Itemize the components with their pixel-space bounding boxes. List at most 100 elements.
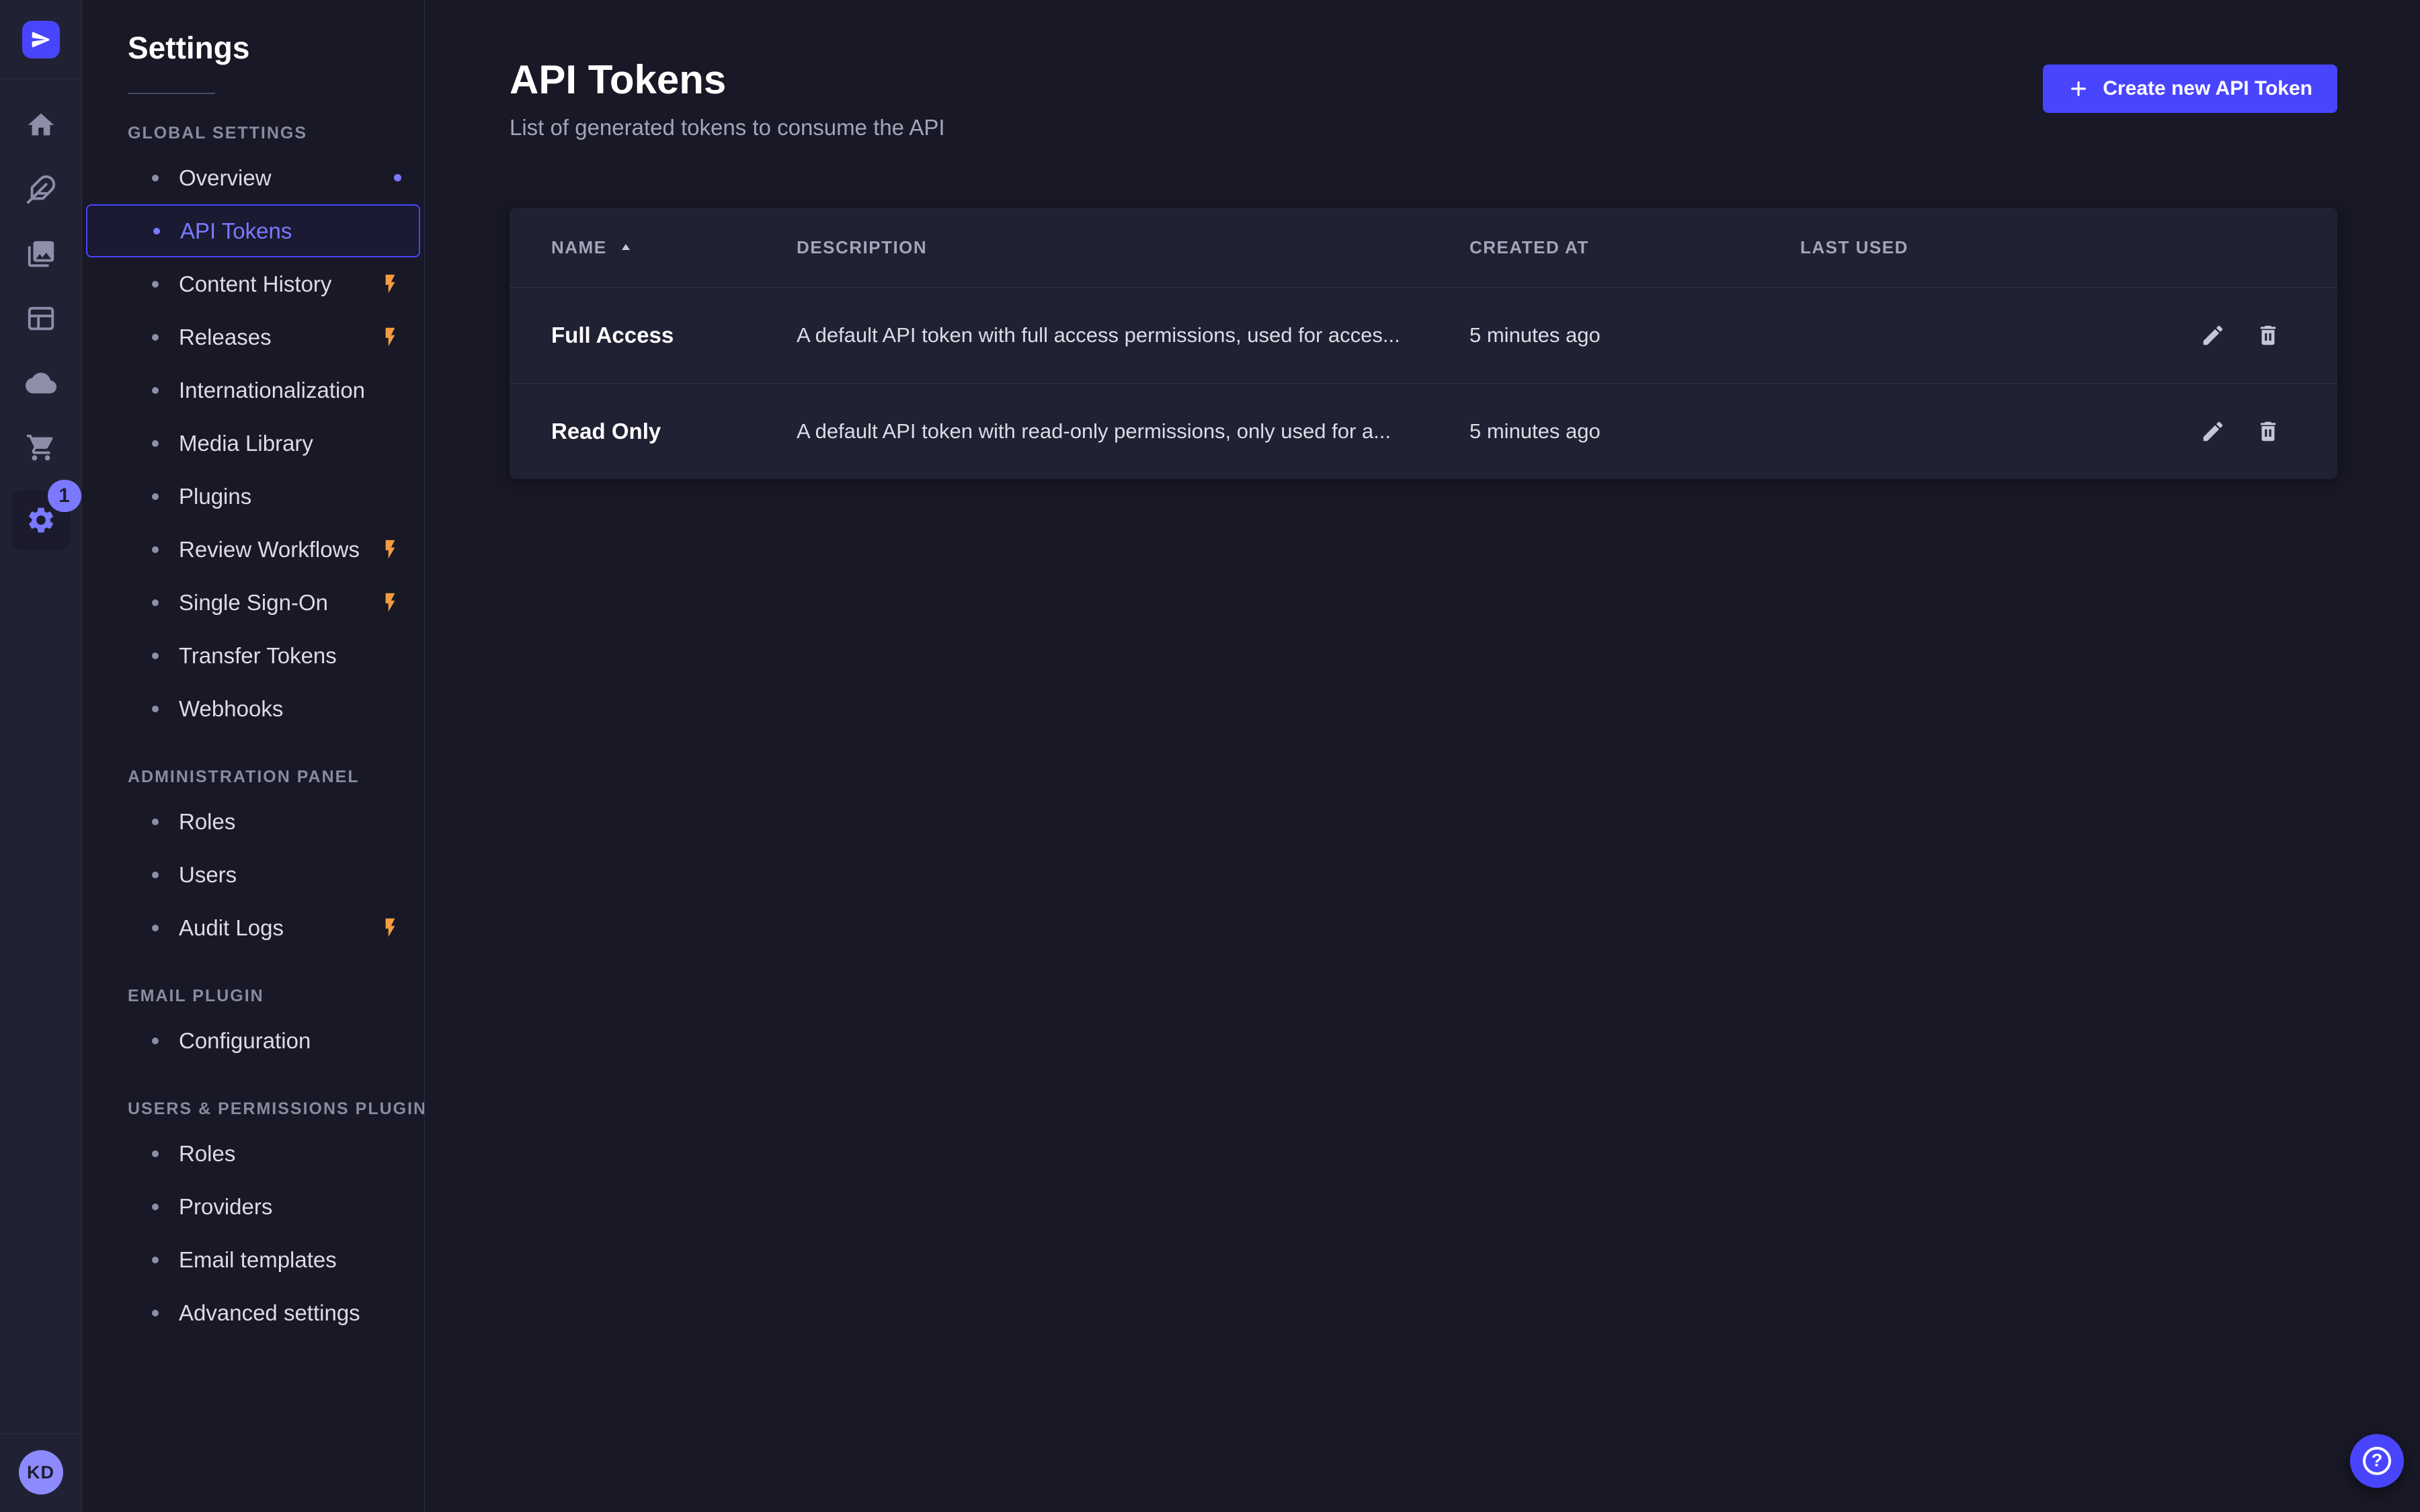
home-icon [26, 110, 56, 140]
sidebar-item-label: Roles [179, 809, 235, 835]
table-body: Full AccessA default API token with full… [510, 287, 2337, 479]
sidebar-item-providers[interactable]: Providers [86, 1180, 420, 1233]
token-created-at-cell: 5 minutes ago [1469, 419, 1800, 444]
delete-button[interactable] [2255, 323, 2281, 348]
rail-item-settings[interactable]: 1 [11, 491, 71, 550]
sidebar-item-label: Media Library [179, 431, 313, 456]
sidebar-item-review-workflows[interactable]: Review Workflows [86, 523, 420, 576]
bullet-icon [152, 334, 159, 341]
lightning-icon [379, 538, 401, 560]
sidebar-item-roles[interactable]: Roles [86, 795, 420, 848]
edit-button[interactable] [2200, 419, 2226, 444]
sidebar-item-label: Advanced settings [179, 1300, 360, 1326]
images-icon [26, 239, 56, 269]
sidebar-item-content-history[interactable]: Content History [86, 257, 420, 310]
subnav-section-users-permissions-plugin: USERS & PERMISSIONS PLUGIN RolesProviders… [82, 1099, 424, 1339]
sidebar-item-label: Internationalization [179, 378, 365, 403]
sidebar-item-internationalization[interactable]: Internationalization [86, 364, 420, 417]
sidebar-item-label: Audit Logs [179, 915, 284, 941]
sidebar-item-label: Users [179, 862, 237, 888]
bullet-icon [152, 653, 159, 659]
row-actions [2057, 323, 2337, 348]
subnav-divider [128, 93, 215, 94]
sidebar-item-label: Webhooks [179, 696, 283, 722]
sidebar-item-label: Content History [179, 271, 331, 297]
rail-item-marketplace[interactable] [11, 426, 71, 469]
create-api-token-button[interactable]: Create new API Token [2043, 65, 2337, 113]
sidebar-item-webhooks[interactable]: Webhooks [86, 682, 420, 735]
lightning-icon [379, 591, 401, 614]
main-content: API Tokens List of generated tokens to c… [425, 0, 2420, 1512]
question-mark-icon: ? [2363, 1447, 2391, 1475]
table-row-full-access[interactable]: Full AccessA default API token with full… [510, 287, 2337, 383]
bullet-icon [152, 1038, 159, 1044]
token-description-cell: A default API token with read-only permi… [797, 419, 1469, 444]
sidebar-item-api-tokens[interactable]: API Tokens [86, 204, 420, 257]
sidebar-item-label: Overview [179, 165, 272, 191]
sidebar-item-email-templates[interactable]: Email templates [86, 1233, 420, 1286]
table-row-read-only[interactable]: Read OnlyA default API token with read-o… [510, 383, 2337, 479]
cloud-icon [26, 368, 56, 398]
api-tokens-table: NAME DESCRIPTION CREATED AT LAST USED Fu… [510, 208, 2337, 479]
sidebar-item-configuration[interactable]: Configuration [86, 1014, 420, 1067]
bullet-icon [152, 818, 159, 825]
sidebar-item-audit-logs[interactable]: Audit Logs [86, 901, 420, 954]
column-header-created-at: CREATED AT [1469, 237, 1800, 258]
bullet-icon [152, 175, 159, 181]
sidebar-item-advanced-settings[interactable]: Advanced settings [86, 1286, 420, 1339]
bullet-icon [152, 925, 159, 931]
bullet-icon [152, 1150, 159, 1157]
edit-button[interactable] [2200, 323, 2226, 348]
sidebar-item-label: Plugins [179, 484, 251, 509]
strapi-logo[interactable] [22, 21, 60, 58]
bullet-icon [152, 281, 159, 288]
column-header-description: DESCRIPTION [797, 237, 1469, 258]
trash-icon [2255, 419, 2281, 444]
rail-item-cloud[interactable] [11, 362, 71, 405]
bullet-icon [152, 1204, 159, 1210]
rail-item-content-manager[interactable] [11, 168, 71, 211]
help-button[interactable]: ? [2350, 1434, 2404, 1488]
row-actions [2057, 419, 2337, 444]
bullet-icon [152, 440, 159, 447]
rail-item-home[interactable] [11, 103, 71, 146]
column-header-name-label: NAME [551, 237, 607, 258]
page-title: API Tokens [510, 56, 945, 103]
sidebar-item-users[interactable]: Users [86, 848, 420, 901]
table-header-row: NAME DESCRIPTION CREATED AT LAST USED [510, 208, 2337, 287]
plus-icon [2068, 78, 2089, 99]
subnav-sections: GLOBAL SETTINGSOverviewAPI TokensContent… [82, 124, 424, 1339]
bullet-icon [152, 872, 159, 878]
sort-ascending-icon[interactable] [618, 239, 634, 255]
sidebar-item-releases[interactable]: Releases [86, 310, 420, 364]
sidebar-item-overview[interactable]: Overview [86, 151, 420, 204]
pencil-icon [2200, 323, 2226, 348]
sidebar-item-single-sign-on[interactable]: Single Sign-On [86, 576, 420, 629]
sidebar-item-transfer-tokens[interactable]: Transfer Tokens [86, 629, 420, 682]
cart-icon [26, 432, 56, 463]
section-label: EMAIL PLUGIN [128, 986, 424, 1006]
lightning-icon [379, 917, 401, 939]
strapi-logo-icon [30, 29, 52, 50]
subnav-section-administration-panel: ADMINISTRATION PANELRolesUsersAudit Logs [82, 767, 424, 954]
rail-item-content-type-builder[interactable] [11, 297, 71, 340]
delete-button[interactable] [2255, 419, 2281, 444]
lightning-icon [379, 591, 401, 614]
strapi-admin-app: 1 KD Settings GLOBAL SETTINGSOverviewAPI… [0, 0, 2420, 1512]
bullet-icon [152, 387, 159, 394]
pencil-icon [2200, 419, 2226, 444]
avatar-container: KD [0, 1433, 81, 1512]
rail-nav: 1 [11, 103, 71, 1433]
lightning-icon [379, 917, 401, 939]
rail-item-media-library[interactable] [11, 233, 71, 276]
trash-icon [2255, 323, 2281, 348]
sidebar-item-label: Review Workflows [179, 537, 360, 562]
avatar[interactable]: KD [19, 1450, 63, 1495]
create-api-token-label: Create new API Token [2103, 77, 2312, 100]
bullet-icon [153, 228, 160, 235]
section-label: USERS & PERMISSIONS PLUGIN [128, 1099, 424, 1119]
sidebar-item-roles[interactable]: Roles [86, 1127, 420, 1180]
sidebar-item-plugins[interactable]: Plugins [86, 470, 420, 523]
bullet-icon [152, 1257, 159, 1263]
sidebar-item-media-library[interactable]: Media Library [86, 417, 420, 470]
